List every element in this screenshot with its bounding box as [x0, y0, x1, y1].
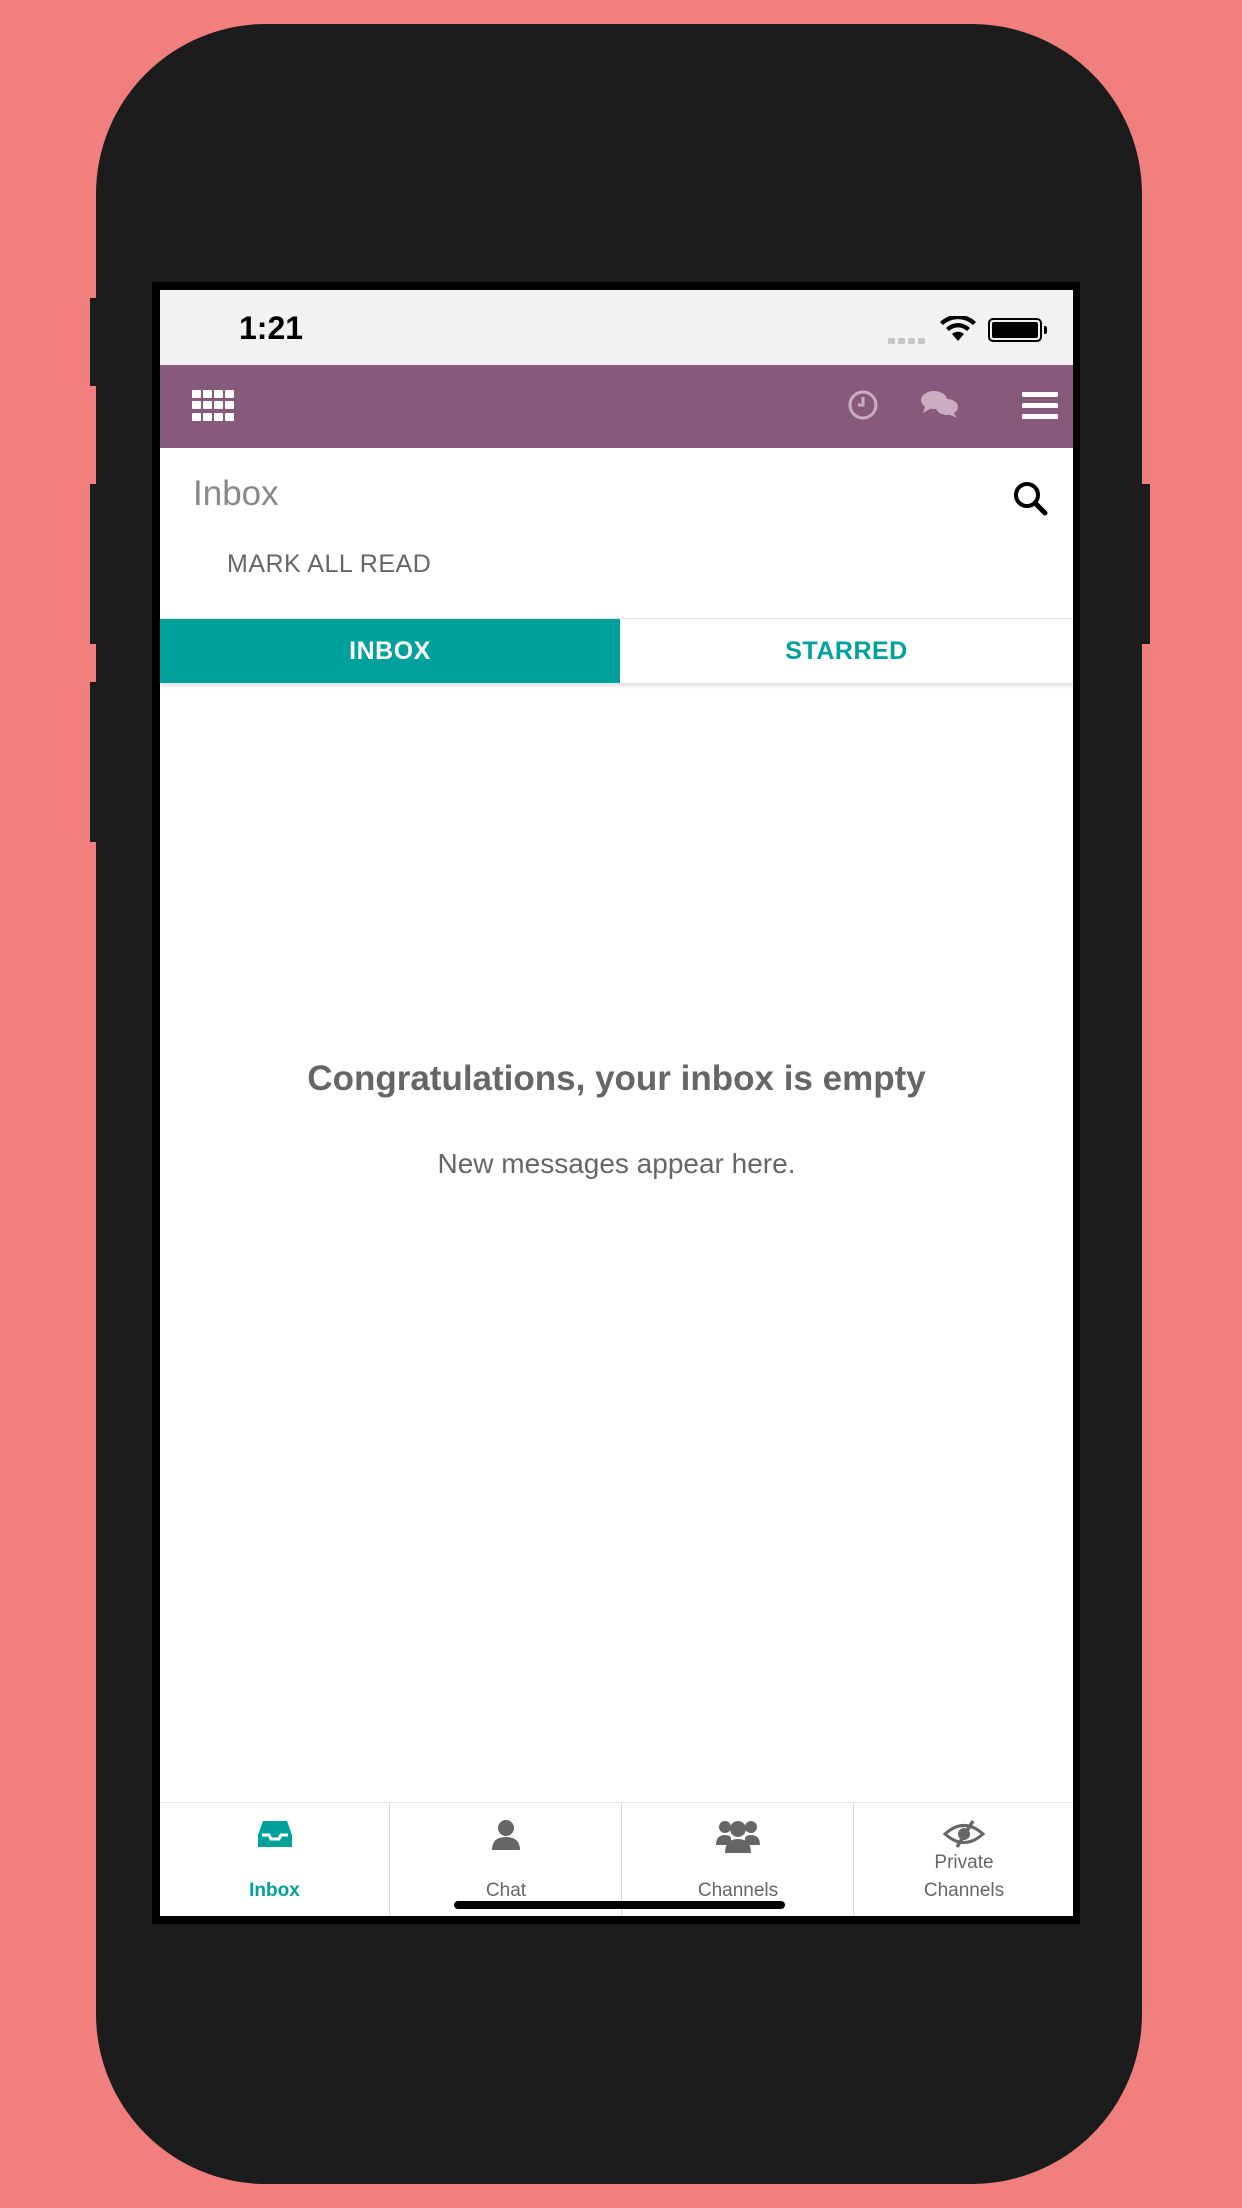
- chat-bubbles-icon[interactable]: [920, 389, 960, 426]
- search-icon[interactable]: [1012, 480, 1048, 521]
- tab-inbox[interactable]: INBOX: [160, 619, 620, 683]
- nav-inbox-label: Inbox: [249, 1880, 300, 1901]
- nav-private-label-line2: Channels: [923, 1880, 1005, 1901]
- page-title: Inbox: [193, 474, 279, 513]
- mute-switch: [90, 298, 98, 386]
- nav-private-channels[interactable]: Private Channels: [853, 1803, 1073, 1916]
- hamburger-menu-icon[interactable]: [1022, 392, 1058, 425]
- bottom-navigation: Inbox Chat Channels Private Channels: [160, 1802, 1073, 1916]
- user-icon: [390, 1819, 622, 1851]
- status-bar: 1:21: [160, 290, 1073, 365]
- tab-bar: INBOX STARRED: [160, 618, 1073, 683]
- inbox-tray-icon: [160, 1819, 389, 1849]
- battery-icon: [988, 318, 1047, 342]
- apps-grid-icon[interactable]: [192, 390, 234, 422]
- nav-chat-label: Chat: [485, 1880, 527, 1901]
- page-header: Inbox MARK ALL READ: [160, 448, 1073, 618]
- app-screen: 1:21 Inbox MARK ALL READ INBOX STARRED C…: [160, 290, 1073, 1916]
- app-top-bar: [160, 365, 1073, 448]
- clock-icon[interactable]: [846, 388, 880, 427]
- users-group-icon: [622, 1819, 854, 1853]
- eye-slash-icon: [854, 1819, 1073, 1849]
- cellular-signal-icon: [888, 331, 928, 349]
- nav-private-label-line1: Private: [934, 1852, 994, 1873]
- nav-channels-label: Channels: [697, 1880, 779, 1901]
- nav-inbox[interactable]: Inbox: [160, 1803, 389, 1916]
- home-indicator: [454, 1901, 785, 1909]
- volume-down-button: [90, 682, 98, 842]
- nav-channels[interactable]: Channels: [621, 1803, 854, 1916]
- nav-chat[interactable]: Chat: [389, 1803, 622, 1916]
- mark-all-read-button[interactable]: MARK ALL READ: [227, 550, 431, 579]
- empty-state-title: Congratulations, your inbox is empty: [307, 1059, 926, 1098]
- tab-starred[interactable]: STARRED: [620, 619, 1073, 683]
- volume-up-button: [90, 484, 98, 644]
- status-time: 1:21: [239, 310, 304, 346]
- empty-state-subtitle: New messages appear here.: [437, 1148, 796, 1179]
- power-button: [1140, 484, 1150, 644]
- wifi-icon: [940, 314, 976, 347]
